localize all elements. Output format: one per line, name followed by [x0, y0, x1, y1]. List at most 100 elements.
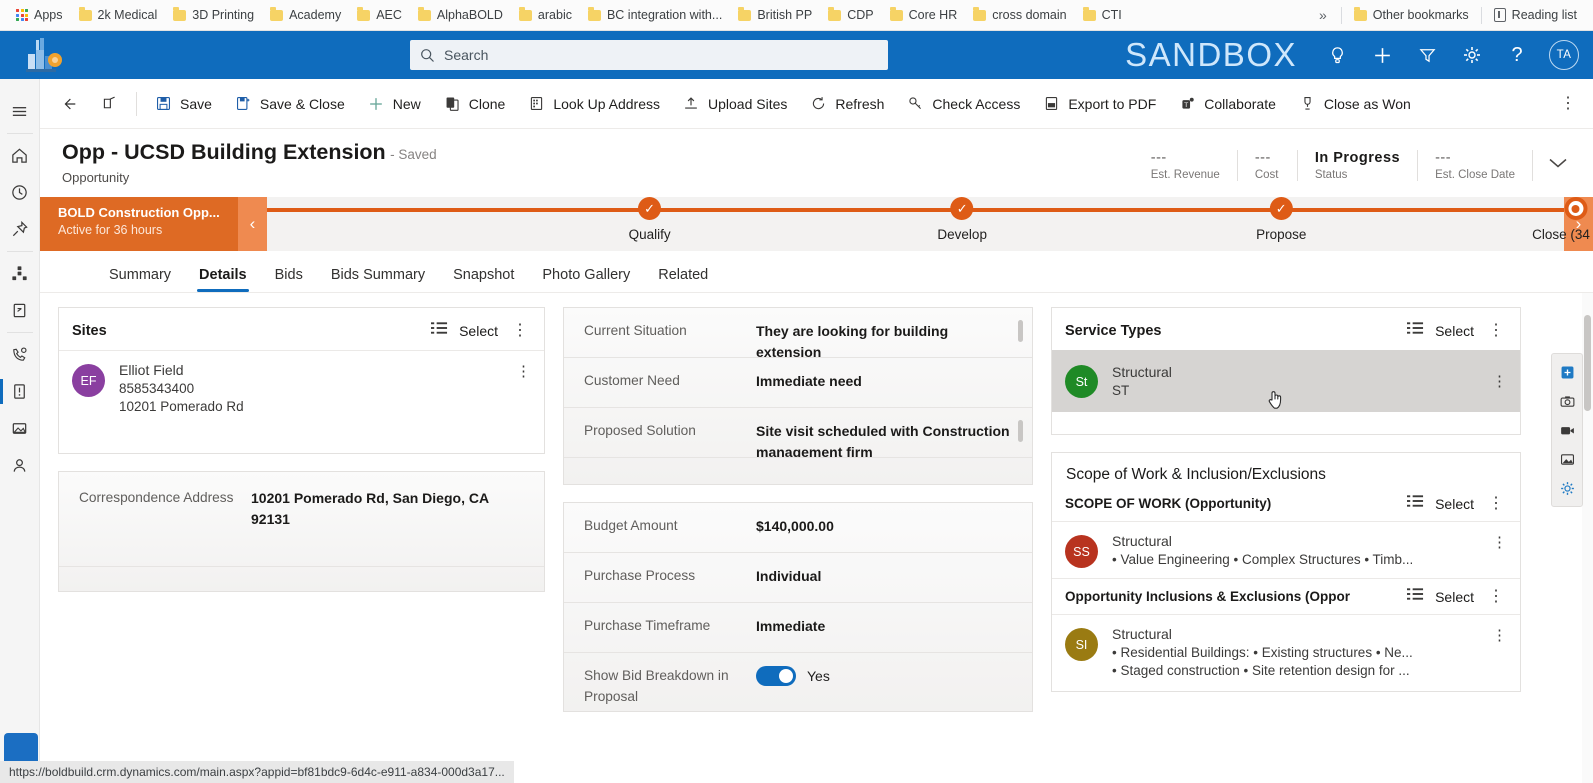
recent-icon[interactable] — [0, 174, 40, 211]
tab-details[interactable]: Details — [186, 267, 260, 292]
tab-bids[interactable]: Bids — [262, 267, 316, 292]
filter-icon[interactable] — [1406, 31, 1448, 79]
tab-bids-summary[interactable]: Bids Summary — [318, 267, 438, 292]
table-row[interactable]: SI Structural • Residential Buildings: •… — [1052, 614, 1520, 691]
collaborate-button[interactable]: T Collaborate — [1167, 86, 1287, 122]
export-to-pdf-button[interactable]: Export to PDF — [1031, 86, 1167, 122]
sites-select-button[interactable]: Select — [459, 323, 498, 339]
row-more-options-icon[interactable]: ⋮ — [1492, 628, 1507, 643]
image-icon[interactable] — [0, 410, 40, 447]
page-scrollbar[interactable] — [1582, 293, 1593, 783]
table-row[interactable]: SS Structural • Value Engineering • Comp… — [1052, 521, 1520, 578]
video-icon[interactable] — [1554, 417, 1580, 443]
row-more-options-icon[interactable]: ⋮ — [1492, 374, 1507, 389]
service-types-select-button[interactable]: Select — [1435, 323, 1474, 339]
field-value[interactable]: 10201 Pomerado Rd, San Diego, CA 92131 — [251, 488, 524, 529]
field-scrollbar[interactable] — [1018, 420, 1023, 442]
row-more-options-icon[interactable]: ⋮ — [1492, 535, 1507, 550]
new-button[interactable]: New — [356, 86, 432, 122]
grid-view-icon[interactable] — [1407, 587, 1424, 606]
process-name-box[interactable]: BOLD Construction Opp... Active for 36 h… — [40, 197, 238, 251]
add-note-icon[interactable] — [1554, 359, 1580, 385]
pinned-icon[interactable] — [0, 211, 40, 248]
bookmark-item[interactable]: Academy — [262, 5, 349, 25]
popout-button[interactable] — [89, 86, 130, 122]
table-row[interactable]: St Structural ST ⋮ — [1052, 350, 1520, 412]
bookmark-item[interactable]: 2k Medical — [71, 5, 166, 25]
bookmarks-overflow-button[interactable]: » — [1309, 4, 1337, 26]
page-scroll-thumb[interactable] — [1584, 315, 1591, 411]
plus-icon[interactable] — [1361, 31, 1403, 79]
bookmark-item[interactable]: Core HR — [882, 5, 966, 25]
process-stage-close[interactable]: Close (34 Hrs) — [1532, 197, 1593, 242]
grid-view-icon[interactable] — [1407, 494, 1424, 513]
row-more-options-icon[interactable]: ⋮ — [516, 364, 531, 379]
process-stage-propose[interactable]: ✓ Propose — [1256, 197, 1306, 242]
grid-view-icon[interactable] — [431, 321, 448, 340]
bookmark-apps[interactable]: Apps — [8, 5, 71, 25]
bookmark-item[interactable]: CDP — [820, 5, 881, 25]
inclusions-exclusions-more-options-icon[interactable]: ⋮ — [1485, 589, 1507, 605]
field-value[interactable]: Immediate — [756, 616, 1012, 637]
service-types-more-options-icon[interactable]: ⋮ — [1485, 323, 1507, 339]
field-value[interactable]: Individual — [756, 566, 1012, 587]
more-commands-icon[interactable]: ⋮ — [1557, 96, 1579, 112]
scope-of-work-select-button[interactable]: Select — [1435, 496, 1474, 512]
inclusions-exclusions-select-button[interactable]: Select — [1435, 589, 1474, 605]
chevron-left-icon[interactable]: ‹ — [238, 197, 267, 251]
site-map-toggle-icon[interactable] — [0, 93, 40, 130]
grid-view-icon[interactable] — [1407, 321, 1424, 340]
home-icon[interactable] — [0, 137, 40, 174]
sitemap-icon[interactable] — [0, 255, 40, 292]
settings-icon[interactable] — [1554, 475, 1580, 501]
search-input[interactable]: Search — [444, 47, 488, 63]
table-row[interactable]: EF Elliot Field 8585343400 10201 Pomerad… — [59, 350, 544, 427]
save-and-close-button[interactable]: Save & Close — [223, 86, 356, 122]
tab-photo-gallery[interactable]: Photo Gallery — [529, 267, 643, 292]
bookmark-item[interactable]: 3D Printing — [165, 5, 262, 25]
user-avatar[interactable]: TA — [1549, 40, 1579, 70]
tab-summary[interactable]: Summary — [96, 267, 184, 292]
bookmark-item[interactable]: British PP — [730, 5, 820, 25]
sites-more-options-icon[interactable]: ⋮ — [509, 323, 531, 339]
bookmark-item[interactable]: arabic — [511, 5, 580, 25]
contact-icon[interactable] — [0, 447, 40, 484]
field-value[interactable]: They are looking for building extension — [756, 321, 1012, 358]
app-logo[interactable] — [0, 31, 88, 79]
camera-icon[interactable] — [1554, 388, 1580, 414]
field-value[interactable]: $140,000.00 — [756, 516, 1012, 537]
tab-snapshot[interactable]: Snapshot — [440, 267, 527, 292]
clone-button[interactable]: Clone — [432, 86, 517, 122]
bookmark-item[interactable]: BC integration with... — [580, 5, 730, 25]
global-search-box[interactable]: Search — [410, 40, 888, 70]
bookmark-item[interactable]: AEC — [349, 5, 410, 25]
gear-icon[interactable] — [1451, 31, 1493, 79]
field-scrollbar[interactable] — [1018, 320, 1023, 342]
other-bookmarks-button[interactable]: Other bookmarks — [1346, 5, 1477, 25]
chevron-down-icon[interactable] — [1545, 155, 1571, 176]
reading-list-button[interactable]: Reading list — [1486, 5, 1585, 25]
help-icon[interactable]: ? — [1496, 31, 1538, 79]
show-bid-breakdown-toggle[interactable] — [756, 666, 796, 686]
check-access-button[interactable]: Check Access — [895, 86, 1031, 122]
field-value[interactable]: Site visit scheduled with Construction m… — [756, 421, 1012, 458]
scope-of-work-more-options-icon[interactable]: ⋮ — [1485, 496, 1507, 512]
refresh-button[interactable]: Refresh — [798, 86, 895, 122]
close-as-won-button[interactable]: Close as Won — [1287, 86, 1422, 122]
upload-sites-button[interactable]: Upload Sites — [671, 86, 798, 122]
sidebar-item-opportunity[interactable] — [0, 373, 40, 410]
bookmark-item[interactable]: cross domain — [965, 5, 1074, 25]
bookmark-item[interactable]: CTI — [1075, 5, 1130, 25]
taskbar-browser-icon[interactable] — [4, 733, 38, 763]
tab-related[interactable]: Related — [645, 267, 721, 292]
process-stage-develop[interactable]: ✓ Develop — [937, 197, 987, 242]
gallery-icon[interactable] — [1554, 446, 1580, 472]
phone-call-icon[interactable] — [0, 336, 40, 373]
field-value[interactable]: Immediate need — [756, 371, 1012, 392]
bookmark-item[interactable]: AlphaBOLD — [410, 5, 511, 25]
clipboard-icon[interactable] — [0, 292, 40, 329]
lightbulb-icon[interactable] — [1316, 31, 1358, 79]
look-up-address-button[interactable]: Look Up Address — [516, 86, 671, 122]
back-button[interactable] — [48, 86, 89, 122]
process-stage-qualify[interactable]: ✓ Qualify — [629, 197, 671, 242]
